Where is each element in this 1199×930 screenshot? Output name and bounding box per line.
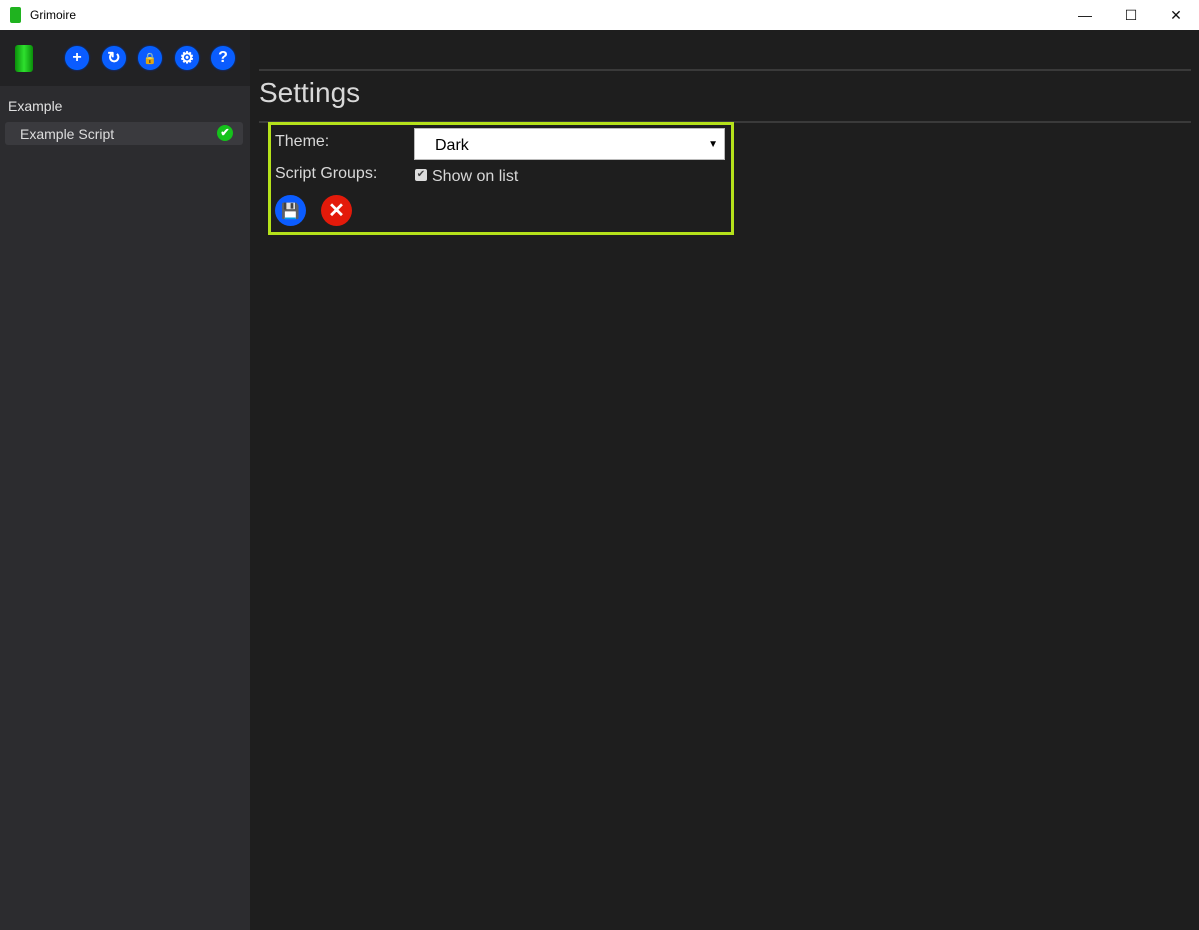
lock-icon[interactable]: 🔒 <box>138 46 162 70</box>
gear-icon[interactable]: ⚙ <box>175 46 199 70</box>
minimize-button[interactable]: — <box>1062 0 1108 30</box>
script-group-label: Example <box>8 98 63 114</box>
title-bar: Grimoire — ☐ ✕ <box>0 0 1199 30</box>
theme-label: Theme: <box>275 133 330 150</box>
toolbar: + ↻ 🔒 ⚙ ? <box>0 30 250 86</box>
script-item-label: Example Script <box>20 126 115 142</box>
maximize-button[interactable]: ☐ <box>1108 0 1154 30</box>
page-title: Settings <box>259 77 361 108</box>
show-on-list-label: Show on list <box>432 168 519 185</box>
save-icon[interactable]: 💾 <box>275 195 306 226</box>
script-item[interactable]: Example Script ✔ <box>5 122 243 145</box>
close-button[interactable]: ✕ <box>1153 0 1199 30</box>
app-icon <box>10 7 21 23</box>
help-icon[interactable]: ? <box>211 46 235 70</box>
show-on-list-checkbox[interactable]: ✔ <box>415 169 427 181</box>
reload-icon[interactable]: ↻ <box>102 46 126 70</box>
theme-select[interactable]: Dark ▼ <box>414 128 725 160</box>
chevron-down-icon: ▼ <box>708 139 718 150</box>
script-groups-label: Script Groups: <box>275 165 378 182</box>
grimoire-logo-icon <box>15 45 33 72</box>
divider <box>259 69 1191 71</box>
sidebar: + ↻ 🔒 ⚙ ? Example Example Script ✔ <box>0 30 250 930</box>
cancel-icon[interactable]: ✕ <box>321 195 352 226</box>
settings-panel: Theme: Dark ▼ Script Groups: ✔ Show on l… <box>268 122 734 235</box>
window-title: Grimoire <box>30 8 77 22</box>
main-content: Settings Theme: Dark ▼ Script Groups: ✔ … <box>250 30 1199 930</box>
theme-value: Dark <box>435 137 469 154</box>
add-icon[interactable]: + <box>65 46 89 70</box>
check-icon: ✔ <box>217 125 233 141</box>
